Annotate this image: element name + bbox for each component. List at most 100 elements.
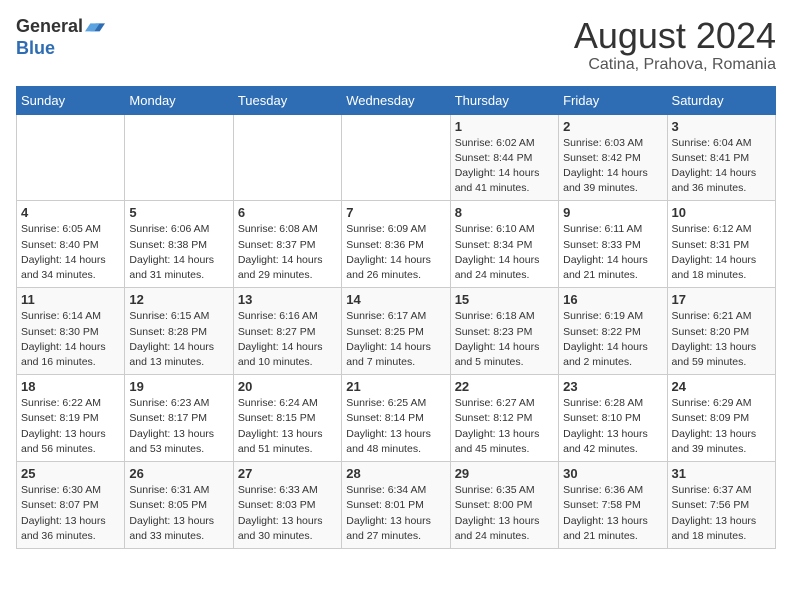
day-number: 20 <box>238 379 337 394</box>
day-info: Sunrise: 6:35 AM Sunset: 8:00 PM Dayligh… <box>455 483 554 544</box>
day-number: 3 <box>672 119 771 134</box>
day-info: Sunrise: 6:27 AM Sunset: 8:12 PM Dayligh… <box>455 396 554 457</box>
calendar-cell: 20 Sunrise: 6:24 AM Sunset: 8:15 PM Dayli… <box>233 375 341 462</box>
location: Catina, Prahova, Romania <box>574 56 776 74</box>
day-of-week-monday: Monday <box>125 86 233 114</box>
day-info: Sunrise: 6:31 AM Sunset: 8:05 PM Dayligh… <box>129 483 228 544</box>
day-info: Sunrise: 6:09 AM Sunset: 8:36 PM Dayligh… <box>346 222 445 283</box>
calendar-cell: 7 Sunrise: 6:09 AM Sunset: 8:36 PM Daylig… <box>342 201 450 288</box>
calendar-cell: 22 Sunrise: 6:27 AM Sunset: 8:12 PM Dayli… <box>450 375 558 462</box>
day-number: 12 <box>129 292 228 307</box>
day-info: Sunrise: 6:15 AM Sunset: 8:28 PM Dayligh… <box>129 309 228 370</box>
calendar-header-row: SundayMondayTuesdayWednesdayThursdayFrid… <box>17 86 776 114</box>
calendar-cell: 4Sunrise: 6:05 AM Sunset: 8:40 PM Daylig… <box>17 201 125 288</box>
calendar-cell <box>233 114 341 201</box>
day-number: 25 <box>21 466 120 481</box>
day-info: Sunrise: 6:10 AM Sunset: 8:34 PM Dayligh… <box>455 222 554 283</box>
calendar-cell: 29 Sunrise: 6:35 AM Sunset: 8:00 PM Dayli… <box>450 462 558 549</box>
title-area: August 2024 Catina, Prahova, Romania <box>574 16 776 74</box>
day-info: Sunrise: 6:03 AM Sunset: 8:42 PM Dayligh… <box>563 136 662 197</box>
day-info: Sunrise: 6:08 AM Sunset: 8:37 PM Dayligh… <box>238 222 337 283</box>
logo-blue-text: Blue <box>16 38 55 58</box>
calendar-cell: 14Sunrise: 6:17 AM Sunset: 8:25 PM Dayli… <box>342 288 450 375</box>
calendar-cell: 11 Sunrise: 6:14 AM Sunset: 8:30 PM Dayli… <box>17 288 125 375</box>
logo: General Blue <box>16 16 105 59</box>
day-of-week-tuesday: Tuesday <box>233 86 341 114</box>
day-number: 27 <box>238 466 337 481</box>
calendar-cell: 17 Sunrise: 6:21 AM Sunset: 8:20 PM Dayli… <box>667 288 775 375</box>
calendar-cell: 5 Sunrise: 6:06 AM Sunset: 8:38 PM Daylig… <box>125 201 233 288</box>
day-info: Sunrise: 6:19 AM Sunset: 8:22 PM Dayligh… <box>563 309 662 370</box>
day-info: Sunrise: 6:33 AM Sunset: 8:03 PM Dayligh… <box>238 483 337 544</box>
day-number: 26 <box>129 466 228 481</box>
day-info: Sunrise: 6:24 AM Sunset: 8:15 PM Dayligh… <box>238 396 337 457</box>
day-number: 1 <box>455 119 554 134</box>
calendar-cell: 21 Sunrise: 6:25 AM Sunset: 8:14 PM Dayli… <box>342 375 450 462</box>
calendar-cell: 8 Sunrise: 6:10 AM Sunset: 8:34 PM Daylig… <box>450 201 558 288</box>
day-of-week-friday: Friday <box>559 86 667 114</box>
calendar-week-row: 18 Sunrise: 6:22 AM Sunset: 8:19 PM Dayli… <box>17 375 776 462</box>
day-number: 29 <box>455 466 554 481</box>
header: General Blue August 2024 Catina, Prahova… <box>16 16 776 74</box>
calendar-cell: 18 Sunrise: 6:22 AM Sunset: 8:19 PM Dayli… <box>17 375 125 462</box>
day-number: 10 <box>672 205 771 220</box>
day-info: Sunrise: 6:25 AM Sunset: 8:14 PM Dayligh… <box>346 396 445 457</box>
calendar-cell: 12 Sunrise: 6:15 AM Sunset: 8:28 PM Dayli… <box>125 288 233 375</box>
calendar-week-row: 11 Sunrise: 6:14 AM Sunset: 8:30 PM Dayli… <box>17 288 776 375</box>
day-number: 7 <box>346 205 445 220</box>
day-number: 5 <box>129 205 228 220</box>
day-info: Sunrise: 6:28 AM Sunset: 8:10 PM Dayligh… <box>563 396 662 457</box>
month-title: August 2024 <box>574 16 776 56</box>
logo-general-text: General <box>16 17 83 35</box>
calendar-week-row: 25Sunrise: 6:30 AM Sunset: 8:07 PM Dayli… <box>17 462 776 549</box>
day-number: 11 <box>21 292 120 307</box>
calendar-cell: 28Sunrise: 6:34 AM Sunset: 8:01 PM Dayli… <box>342 462 450 549</box>
calendar: SundayMondayTuesdayWednesdayThursdayFrid… <box>16 86 776 549</box>
day-of-week-saturday: Saturday <box>667 86 775 114</box>
calendar-cell: 13 Sunrise: 6:16 AM Sunset: 8:27 PM Dayli… <box>233 288 341 375</box>
day-info: Sunrise: 6:29 AM Sunset: 8:09 PM Dayligh… <box>672 396 771 457</box>
calendar-cell: 1 Sunrise: 6:02 AM Sunset: 8:44 PM Daylig… <box>450 114 558 201</box>
day-info: Sunrise: 6:21 AM Sunset: 8:20 PM Dayligh… <box>672 309 771 370</box>
calendar-cell: 31Sunrise: 6:37 AM Sunset: 7:56 PM Dayli… <box>667 462 775 549</box>
day-number: 14 <box>346 292 445 307</box>
day-of-week-sunday: Sunday <box>17 86 125 114</box>
day-number: 22 <box>455 379 554 394</box>
calendar-cell: 10Sunrise: 6:12 AM Sunset: 8:31 PM Dayli… <box>667 201 775 288</box>
day-number: 30 <box>563 466 662 481</box>
day-info: Sunrise: 6:16 AM Sunset: 8:27 PM Dayligh… <box>238 309 337 370</box>
day-number: 6 <box>238 205 337 220</box>
calendar-cell: 24 Sunrise: 6:29 AM Sunset: 8:09 PM Dayli… <box>667 375 775 462</box>
day-number: 9 <box>563 205 662 220</box>
day-info: Sunrise: 6:18 AM Sunset: 8:23 PM Dayligh… <box>455 309 554 370</box>
day-info: Sunrise: 6:37 AM Sunset: 7:56 PM Dayligh… <box>672 483 771 544</box>
day-info: Sunrise: 6:22 AM Sunset: 8:19 PM Dayligh… <box>21 396 120 457</box>
calendar-week-row: 4Sunrise: 6:05 AM Sunset: 8:40 PM Daylig… <box>17 201 776 288</box>
calendar-cell: 3Sunrise: 6:04 AM Sunset: 8:41 PM Daylig… <box>667 114 775 201</box>
calendar-cell: 23 Sunrise: 6:28 AM Sunset: 8:10 PM Dayli… <box>559 375 667 462</box>
calendar-cell: 16Sunrise: 6:19 AM Sunset: 8:22 PM Dayli… <box>559 288 667 375</box>
day-info: Sunrise: 6:02 AM Sunset: 8:44 PM Dayligh… <box>455 136 554 197</box>
day-info: Sunrise: 6:06 AM Sunset: 8:38 PM Dayligh… <box>129 222 228 283</box>
calendar-cell: 26 Sunrise: 6:31 AM Sunset: 8:05 PM Dayli… <box>125 462 233 549</box>
day-number: 8 <box>455 205 554 220</box>
calendar-cell <box>125 114 233 201</box>
day-number: 19 <box>129 379 228 394</box>
day-number: 17 <box>672 292 771 307</box>
day-info: Sunrise: 6:36 AM Sunset: 7:58 PM Dayligh… <box>563 483 662 544</box>
calendar-cell: 9Sunrise: 6:11 AM Sunset: 8:33 PM Daylig… <box>559 201 667 288</box>
day-number: 24 <box>672 379 771 394</box>
day-info: Sunrise: 6:23 AM Sunset: 8:17 PM Dayligh… <box>129 396 228 457</box>
day-info: Sunrise: 6:14 AM Sunset: 8:30 PM Dayligh… <box>21 309 120 370</box>
day-info: Sunrise: 6:34 AM Sunset: 8:01 PM Dayligh… <box>346 483 445 544</box>
calendar-cell: 30 Sunrise: 6:36 AM Sunset: 7:58 PM Dayli… <box>559 462 667 549</box>
day-number: 4 <box>21 205 120 220</box>
day-number: 13 <box>238 292 337 307</box>
day-number: 23 <box>563 379 662 394</box>
day-number: 18 <box>21 379 120 394</box>
day-of-week-thursday: Thursday <box>450 86 558 114</box>
day-number: 2 <box>563 119 662 134</box>
calendar-cell: 19 Sunrise: 6:23 AM Sunset: 8:17 PM Dayli… <box>125 375 233 462</box>
calendar-cell: 15Sunrise: 6:18 AM Sunset: 8:23 PM Dayli… <box>450 288 558 375</box>
day-number: 21 <box>346 379 445 394</box>
